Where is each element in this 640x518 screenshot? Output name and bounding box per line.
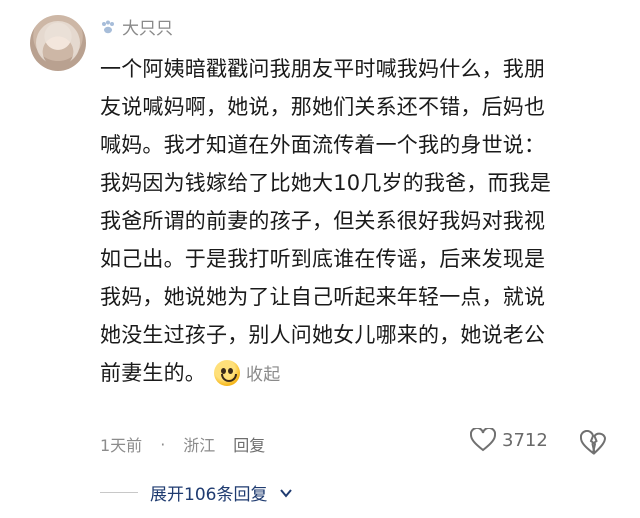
smiling-face-emoji-icon	[214, 360, 240, 386]
comment-line: 她没生过孩子，别人问她女儿哪来的，她说老公	[100, 323, 546, 347]
comment-text: 一个阿姨暗戳戳问我朋友平时喊我妈什么，我朋 友说喊妈啊，她说，那她们关系还不错，…	[100, 50, 620, 394]
chevron-down-icon	[280, 488, 293, 498]
like-count: 3712	[502, 429, 548, 451]
timestamp: 1天前	[100, 436, 143, 455]
comment-line: 我妈因为钱嫁给了比她大10几岁的我爸，而我是	[100, 171, 552, 195]
location-separator: ·	[160, 434, 166, 454]
user-row: 大只只	[100, 14, 173, 39]
expand-replies-label: 展开106条回复	[150, 485, 268, 505]
paw-icon	[102, 20, 114, 33]
comment-meta: 1天前 · 浙江 回复	[100, 432, 265, 456]
divider-line	[100, 492, 138, 493]
comment-line: 友说喊妈啊，她说，那她们关系还不错，后妈也	[100, 95, 546, 119]
comment-last-line: 前妻生的。 收起	[100, 354, 620, 394]
comment-line: 我妈，她说她为了让自己听起来年轻一点，就说	[100, 285, 546, 309]
broken-heart-icon[interactable]	[580, 430, 606, 456]
expand-replies-button[interactable]: 展开106条回复	[100, 480, 293, 505]
location: 浙江	[183, 436, 216, 455]
comment-line: 我爸所谓的前妻的孩子，但关系很好我妈对我视	[100, 209, 546, 233]
comment-line: 如己出。于是我打听到底谁在传谣，后来发现是	[100, 247, 546, 271]
comment-line-text: 前妻生的。	[100, 361, 206, 385]
like-button[interactable]: 3712	[470, 428, 548, 452]
avatar[interactable]	[30, 15, 86, 71]
heart-icon	[470, 428, 496, 452]
comment-line: 喊妈。我才知道在外面流传着一个我的身世说：	[100, 133, 546, 157]
comment-line: 一个阿姨暗戳戳问我朋友平时喊我妈什么，我朋	[100, 57, 546, 81]
reply-button[interactable]: 回复	[233, 432, 265, 456]
username[interactable]: 大只只	[122, 14, 173, 39]
collapse-button[interactable]: 收起	[246, 365, 280, 385]
